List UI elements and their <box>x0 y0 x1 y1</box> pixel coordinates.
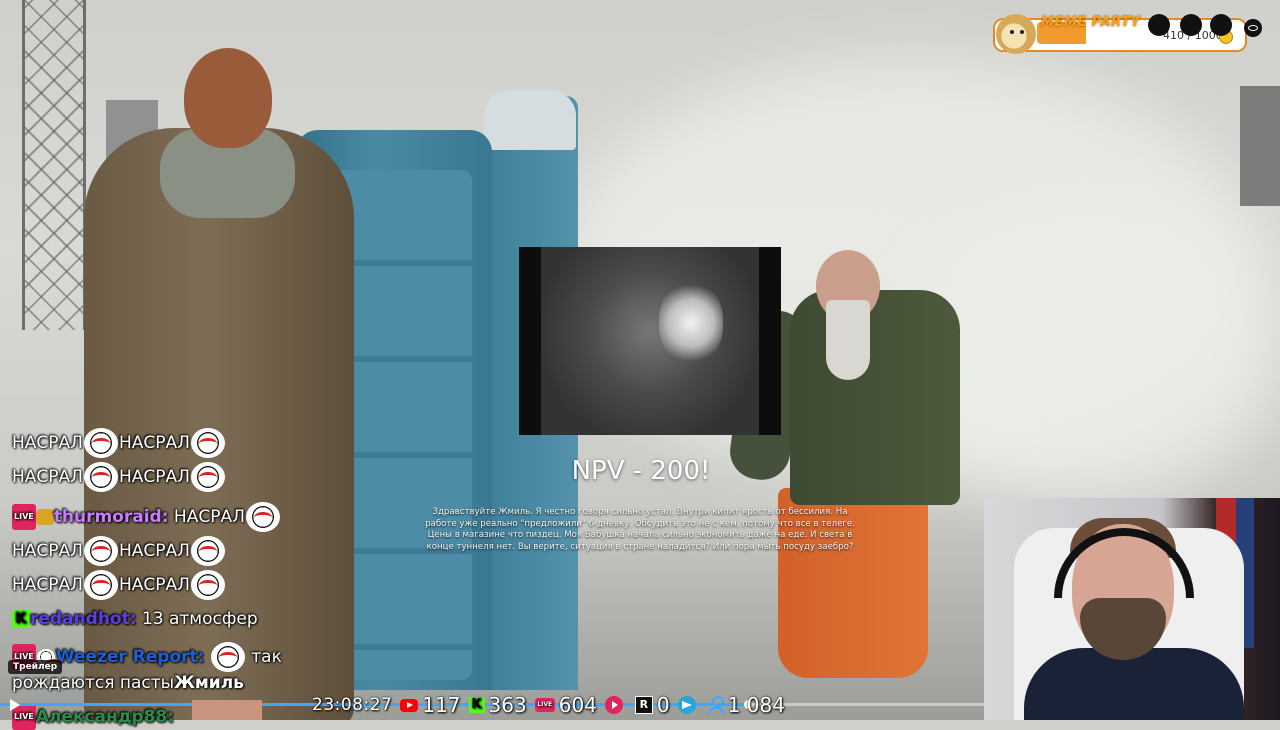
chat-message: LIVE thurmoraid: НАСРАЛ <box>12 502 281 532</box>
emote-icon <box>190 462 225 492</box>
kick-icon: K <box>468 697 485 713</box>
emote-icon <box>83 428 118 458</box>
donation-title: NPV - 200! <box>571 456 711 486</box>
youtube-viewers: 117 <box>400 693 461 717</box>
chat-username[interactable]: Weezer Report: <box>56 647 205 667</box>
emote-icon <box>210 642 245 672</box>
telegram-stat <box>677 696 700 714</box>
chat-message: НАСРАЛ НАСРАЛ <box>12 462 226 492</box>
live-badge-icon: LIVE <box>12 504 36 530</box>
red-play-icon <box>604 696 623 714</box>
play-icon[interactable] <box>10 699 20 711</box>
chat-message: НАСРАЛ НАСРАЛ <box>12 536 226 566</box>
youtube-icon <box>400 698 419 712</box>
meme-party-widget: MEME PARTY 410 / 1000 <box>993 14 1247 54</box>
donation-message: Здравствуйте Жмиль. Я честно говоря силь… <box>425 507 855 552</box>
chat-username[interactable]: redandhot: <box>30 609 137 629</box>
power-pylon <box>22 0 86 330</box>
old-man-jacket <box>790 290 960 505</box>
chat-message: Kredandhot: 13 атмосфер <box>12 608 258 630</box>
chat-message: НАСРАЛ НАСРАЛ <box>12 428 226 458</box>
red-play-viewers <box>604 696 627 714</box>
total-viewers: 1 084 <box>707 693 785 717</box>
rutube-viewers: R0 <box>634 693 670 717</box>
viewer-icon <box>707 696 724 714</box>
emote-icon <box>190 536 225 566</box>
meme-party-decoration <box>1148 14 1170 36</box>
meme-party-decoration <box>1180 14 1202 36</box>
trailer-label: Трейлер <box>8 660 63 674</box>
vk-live-viewers: LIVE 604 <box>534 693 597 717</box>
donation-video-frame <box>519 247 781 435</box>
streamer-webcam <box>984 498 1280 720</box>
stream-stats-bar: 23:08:27 117 K 363 LIVE 604 R0 1 084 <box>312 692 793 718</box>
sub-badge-icon <box>35 509 54 525</box>
chat-message: рождаются пастыЖмиль <box>12 673 244 693</box>
chat-avatar-thumbnail <box>192 700 262 720</box>
emote-icon <box>245 502 280 532</box>
chat-username[interactable]: thurmoraid: <box>54 507 169 527</box>
vk-live-icon: LIVE <box>534 698 555 712</box>
emote-icon <box>83 462 118 492</box>
telegram-icon <box>677 696 696 714</box>
explosion-thumbnail <box>659 283 723 363</box>
chat-message: НАСРАЛ НАСРАЛ <box>12 570 226 600</box>
rutube-icon: R <box>634 696 653 714</box>
kick-viewers: K 363 <box>468 693 527 717</box>
meme-party-decoration <box>1210 14 1232 36</box>
stream-clock: 23:08:27 <box>312 695 393 715</box>
old-man-beard <box>826 300 870 380</box>
emote-icon <box>190 570 225 600</box>
emote-icon <box>83 570 118 600</box>
meme-party-title: MEME PARTY <box>1041 15 1141 30</box>
eye-icon[interactable] <box>1244 19 1262 37</box>
emote-icon <box>190 428 225 458</box>
kick-badge-icon: K <box>12 610 30 628</box>
doge-icon <box>996 14 1036 54</box>
emote-icon <box>83 536 118 566</box>
